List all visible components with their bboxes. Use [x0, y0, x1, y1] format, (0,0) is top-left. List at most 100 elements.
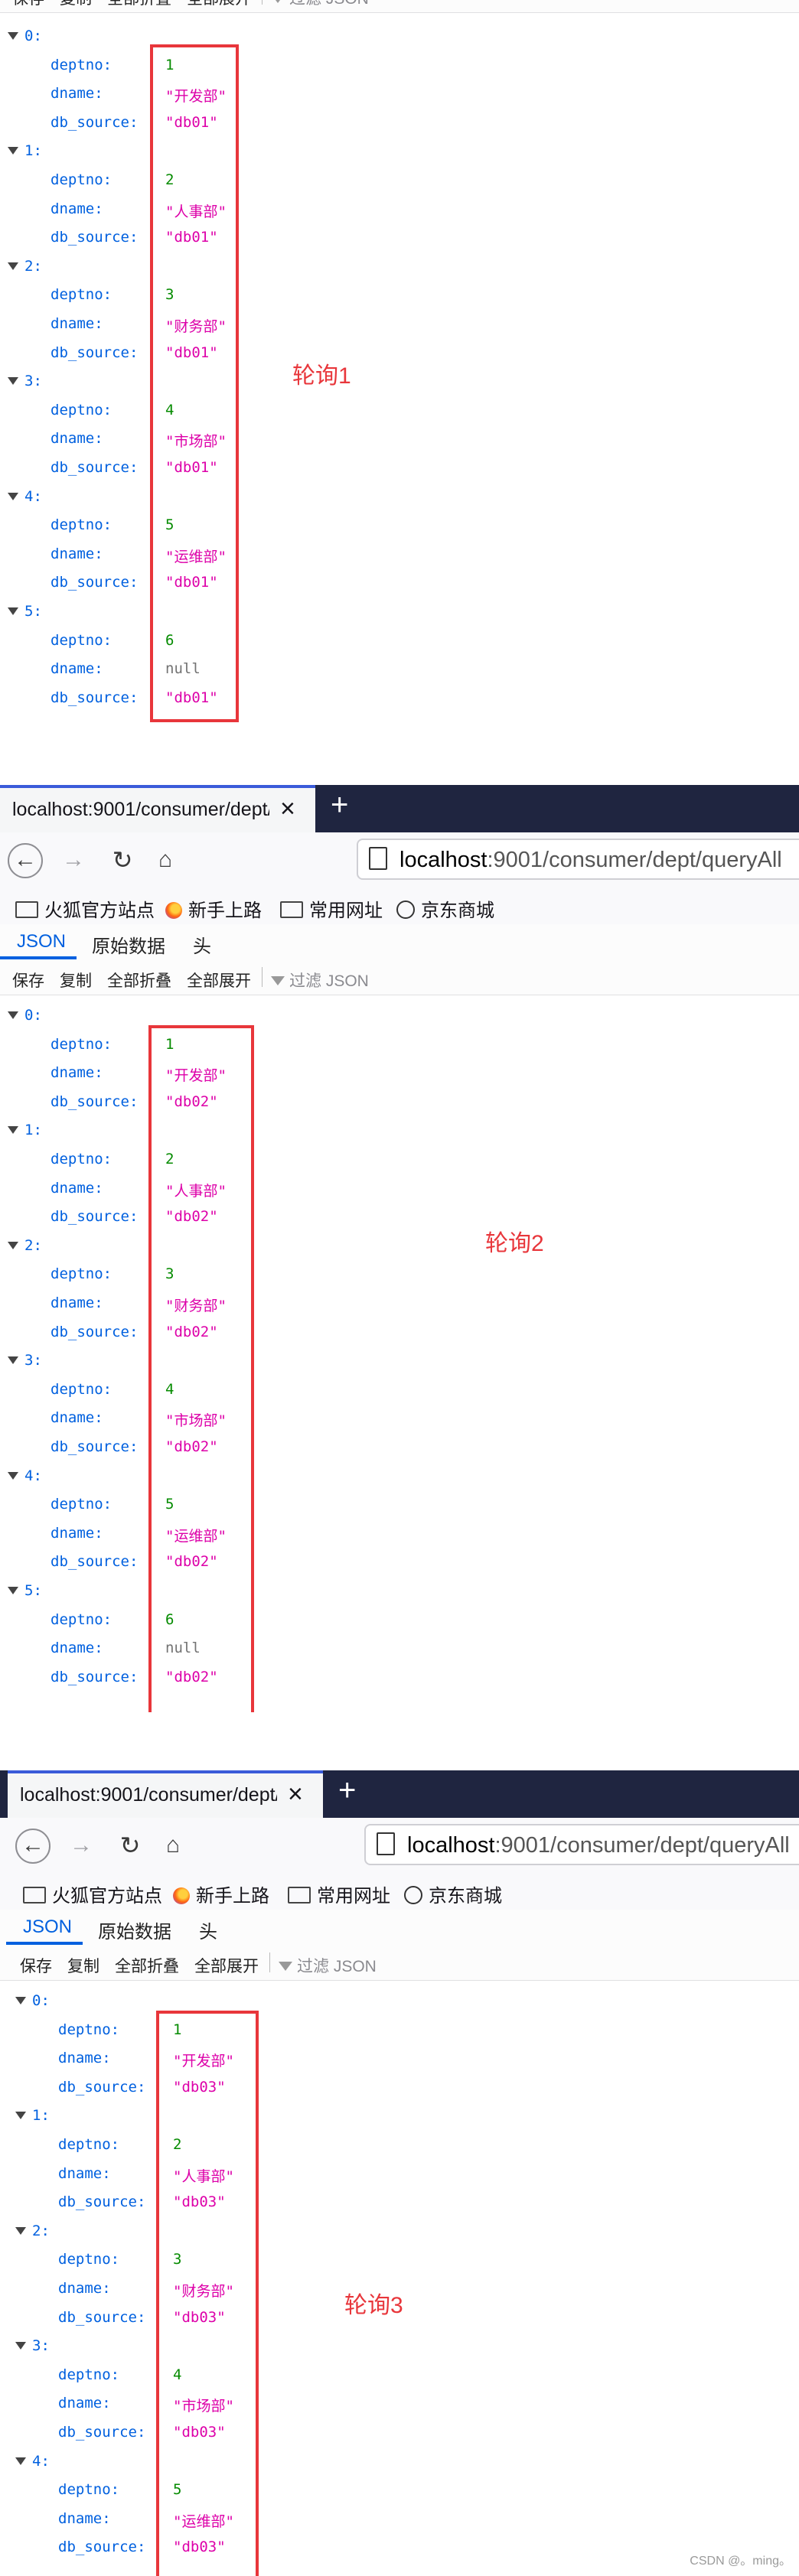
filter-json-input[interactable]: 过滤 JSON	[271, 969, 369, 992]
collapse-all-button[interactable]: 全部折叠	[107, 0, 171, 9]
expand-toggle-icon[interactable]	[8, 262, 18, 270]
json-array-index[interactable]: 3:	[15, 2337, 50, 2354]
filter-json-input[interactable]: 过滤 JSON	[271, 0, 369, 9]
expand-all-button[interactable]: 全部展开	[187, 0, 251, 9]
url-path: :9001/consumer/dept/queryAll	[494, 1833, 790, 1858]
expand-all-button[interactable]: 全部展开	[187, 969, 251, 992]
bookmark-label: 常用网址	[309, 900, 383, 921]
expand-toggle-icon[interactable]	[15, 2342, 26, 2350]
bookmark-jd[interactable]: 京东商城	[404, 1881, 502, 1907]
home-icon[interactable]: ⌂	[148, 843, 182, 877]
back-icon[interactable]: ←	[15, 1829, 51, 1864]
json-array-index[interactable]: 1:	[8, 1122, 42, 1138]
copy-button[interactable]: 复制	[60, 969, 92, 992]
filter-icon	[279, 1962, 292, 1971]
json-key-deptno: deptno:	[51, 516, 113, 534]
toolbar-separator	[269, 1952, 270, 1972]
url-bar[interactable]: localhost:9001/consumer/dept/queryAll	[357, 839, 799, 880]
save-button[interactable]: 保存	[12, 0, 44, 9]
tab-json[interactable]: JSON	[17, 931, 66, 953]
expand-toggle-icon[interactable]	[8, 1126, 18, 1135]
forward-icon[interactable]: →	[64, 1829, 98, 1862]
forward-icon[interactable]: →	[57, 843, 90, 877]
expand-toggle-icon[interactable]	[15, 2226, 26, 2235]
json-key-dname: dname:	[51, 1064, 103, 1082]
bookmark-jd[interactable]: 京东商城	[396, 895, 494, 922]
bookmark-label: 京东商城	[421, 900, 494, 921]
index-label: 0:	[32, 1992, 50, 2009]
json-array-index[interactable]: 0:	[15, 1992, 50, 2009]
json-array-index[interactable]: 4:	[15, 2453, 50, 2470]
json-key-db-source: db_source:	[51, 1323, 139, 1340]
browser-tab[interactable]: localhost:9001/consumer/dept/c ×	[8, 1770, 323, 1818]
url-bar[interactable]: localhost:9001/consumer/dept/queryAll	[364, 1824, 799, 1865]
json-key-db-source: db_source:	[51, 1668, 139, 1685]
expand-toggle-icon[interactable]	[8, 32, 18, 40]
expand-toggle-icon[interactable]	[15, 1997, 26, 2004]
bookmark-label: 新手上路	[188, 900, 262, 921]
json-key-dname: dname:	[58, 2509, 111, 2527]
expand-all-button[interactable]: 全部展开	[194, 1954, 259, 1977]
json-array-index[interactable]: 4:	[8, 488, 42, 505]
home-icon[interactable]: ⌂	[156, 1829, 190, 1862]
new-tab-icon[interactable]: +	[331, 788, 348, 822]
json-array-index[interactable]: 5:	[8, 1582, 42, 1599]
tab-headers[interactable]: 头	[199, 1917, 217, 1943]
save-button[interactable]: 保存	[20, 1954, 52, 1977]
json-key-deptno: deptno:	[51, 631, 113, 649]
bookmark-common-sites[interactable]: 常用网址	[280, 895, 383, 922]
expand-toggle-icon[interactable]	[8, 607, 18, 615]
json-array-index[interactable]: 5:	[8, 603, 42, 620]
expand-toggle-icon[interactable]	[8, 1011, 18, 1019]
json-key-db-source: db_source:	[58, 2193, 146, 2211]
expand-toggle-icon[interactable]	[8, 1356, 18, 1365]
collapse-all-button[interactable]: 全部折叠	[115, 1954, 179, 1977]
tab-raw-data[interactable]: 原始数据	[92, 931, 165, 958]
filter-json-input[interactable]: 过滤 JSON	[279, 1954, 377, 1977]
json-array-index[interactable]: 1:	[8, 142, 42, 159]
back-icon[interactable]: ←	[8, 843, 43, 878]
json-array-index[interactable]: 2:	[8, 1237, 42, 1254]
expand-toggle-icon[interactable]	[8, 377, 18, 386]
close-icon[interactable]: ×	[280, 794, 295, 824]
expand-toggle-icon[interactable]	[8, 1587, 18, 1594]
json-array-index[interactable]: 3:	[8, 1352, 42, 1369]
reload-icon[interactable]: ↻	[106, 843, 139, 877]
json-array-index[interactable]: 0:	[8, 1007, 42, 1024]
expand-toggle-icon[interactable]	[8, 147, 18, 155]
expand-toggle-icon[interactable]	[8, 492, 18, 500]
tab-json[interactable]: JSON	[23, 1917, 72, 1938]
copy-button[interactable]: 复制	[67, 1954, 99, 1977]
json-array-index[interactable]: 2:	[8, 258, 42, 275]
json-key-dname: dname:	[51, 1179, 103, 1197]
json-array-index[interactable]: 3:	[8, 373, 42, 389]
bookmark-firefox-official[interactable]: 火狐官方站点	[15, 895, 155, 922]
new-tab-icon[interactable]: +	[338, 1773, 356, 1808]
expand-toggle-icon[interactable]	[15, 2112, 26, 2120]
json-key-dname: dname:	[51, 660, 103, 678]
json-key-db-source: db_source:	[58, 2424, 146, 2441]
browser-tab[interactable]: localhost:9001/consumer/dept/c ×	[0, 785, 315, 832]
bookmark-firefox-official[interactable]: 火狐官方站点	[23, 1881, 162, 1907]
tab-headers[interactable]: 头	[193, 931, 211, 958]
json-array-index[interactable]: 0:	[8, 28, 42, 44]
folder-icon	[280, 901, 303, 918]
save-button[interactable]: 保存	[12, 969, 44, 992]
bookmark-getting-started[interactable]: 新手上路	[165, 895, 262, 922]
collapse-all-button[interactable]: 全部折叠	[107, 969, 171, 992]
expand-toggle-icon[interactable]	[8, 1241, 18, 1249]
json-array-index[interactable]: 2:	[15, 2223, 50, 2239]
json-key-deptno: deptno:	[58, 2481, 120, 2499]
expand-toggle-icon[interactable]	[15, 2457, 26, 2465]
json-array-index[interactable]: 4:	[8, 1467, 42, 1484]
copy-button[interactable]: 复制	[60, 0, 92, 9]
bookmark-getting-started[interactable]: 新手上路	[173, 1881, 269, 1907]
expand-toggle-icon[interactable]	[8, 1471, 18, 1480]
json-array-index[interactable]: 1:	[15, 2107, 50, 2124]
reload-icon[interactable]: ↻	[113, 1829, 147, 1862]
highlight-box	[148, 1025, 254, 1712]
close-icon[interactable]: ×	[288, 1780, 303, 1809]
index-label: 0:	[24, 1007, 42, 1024]
tab-raw-data[interactable]: 原始数据	[98, 1917, 171, 1943]
bookmark-common-sites[interactable]: 常用网址	[288, 1881, 390, 1907]
